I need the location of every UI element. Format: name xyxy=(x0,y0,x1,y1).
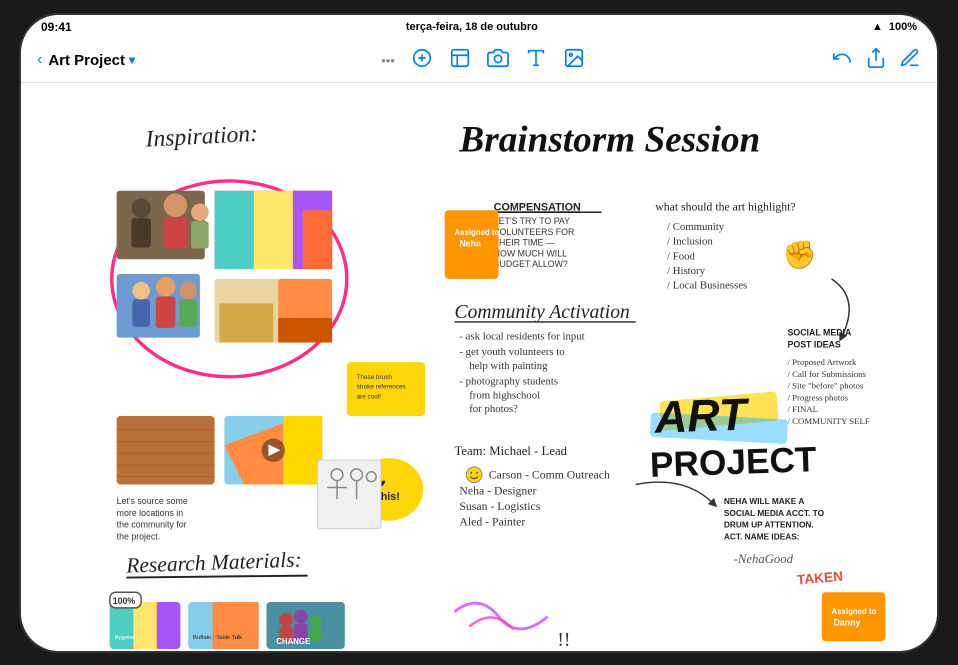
svg-text:VOLUNTEERS FOR: VOLUNTEERS FOR xyxy=(494,226,575,236)
svg-text:Research Materials:: Research Materials: xyxy=(125,547,302,577)
svg-text:POST IDEAS: POST IDEAS xyxy=(787,339,840,349)
svg-text:stroke references: stroke references xyxy=(357,383,406,390)
svg-text:- ask local residents for inpu: - ask local residents for input xyxy=(459,330,584,342)
canvas-svg: Inspiration: xyxy=(21,83,937,651)
svg-text:HOW MUCH WILL: HOW MUCH WILL xyxy=(494,248,567,258)
svg-text:the community for: the community for xyxy=(117,519,187,529)
svg-text:/ Community: / Community xyxy=(667,220,725,232)
svg-text:ART: ART xyxy=(653,388,751,442)
svg-text:100%: 100% xyxy=(113,595,136,605)
svg-text:!!: !! xyxy=(557,630,570,651)
svg-text:/ Call for Submissions: / Call for Submissions xyxy=(787,368,866,378)
svg-text:Susan - Logistics: Susan - Logistics xyxy=(459,499,540,512)
wifi-icon: ▲ xyxy=(872,21,883,33)
svg-text:PROJECT: PROJECT xyxy=(649,440,817,485)
svg-text:SOCIAL MEDIA: SOCIAL MEDIA xyxy=(787,327,852,337)
canvas[interactable]: Inspiration: xyxy=(21,83,937,651)
svg-text:TAKEN: TAKEN xyxy=(796,568,843,587)
svg-text:DRUM UP ATTENTION.: DRUM UP ATTENTION. xyxy=(724,519,814,529)
svg-text:Buffalo · Table Talk: Buffalo · Table Talk xyxy=(193,635,242,641)
svg-text:/ History: / History xyxy=(667,264,706,276)
svg-text:Let's source some: Let's source some xyxy=(117,496,188,506)
share-button[interactable] xyxy=(865,47,887,74)
status-bar: 09:41 terça-feira, 18 de outubro ▲ 100% xyxy=(21,15,937,39)
layout-tool[interactable] xyxy=(449,47,471,74)
svg-text:/ Food: / Food xyxy=(667,250,695,262)
svg-text:are cool!: are cool! xyxy=(357,393,382,400)
title-chevron-icon: ▾ xyxy=(129,53,135,67)
svg-text:✊: ✊ xyxy=(783,239,817,271)
media-tool[interactable] xyxy=(563,47,585,74)
svg-text:Team: Michael - Lead: Team: Michael - Lead xyxy=(455,444,568,458)
svg-text:- photography students: - photography students xyxy=(459,375,558,387)
status-indicators: ▲ 100% xyxy=(872,21,917,33)
svg-text:CHANGE: CHANGE xyxy=(276,637,310,646)
svg-text:for photos?: for photos? xyxy=(469,403,518,415)
svg-text:from highschool: from highschool xyxy=(469,389,540,401)
svg-text:Community Activation: Community Activation xyxy=(455,302,630,323)
battery-icon: 100% xyxy=(889,21,917,33)
svg-text:help with painting: help with painting xyxy=(469,359,548,371)
text-tool[interactable] xyxy=(525,47,547,74)
status-date: terça-feira, 18 de outubro xyxy=(406,21,538,33)
svg-text:what should the art highlight?: what should the art highlight? xyxy=(655,200,795,213)
toolbar: ‹ Art Project ▾ ••• xyxy=(21,39,937,83)
svg-text:the project.: the project. xyxy=(117,531,161,541)
svg-text:Danny: Danny xyxy=(834,617,861,627)
svg-text:Brainstorm Session: Brainstorm Session xyxy=(458,119,760,160)
svg-text:- get youth volunteers to: - get youth volunteers to xyxy=(459,346,564,358)
svg-text:LET'S TRY TO PAY: LET'S TRY TO PAY xyxy=(494,216,570,226)
more-options-icon[interactable]: ••• xyxy=(381,53,395,68)
svg-text:Neha - Designer: Neha - Designer xyxy=(459,484,536,497)
svg-text:THEIR TIME —: THEIR TIME — xyxy=(494,237,555,247)
status-time: 09:41 xyxy=(41,20,72,34)
svg-text:Aled - Painter: Aled - Painter xyxy=(459,515,525,528)
svg-text:ACT. NAME IDEAS:: ACT. NAME IDEAS: xyxy=(724,531,800,541)
svg-text:/ Proposed Artwork: / Proposed Artwork xyxy=(787,357,857,367)
svg-text:Coming together for change: Coming together for change xyxy=(271,648,332,650)
svg-text:-NehaGood: -NehaGood xyxy=(734,551,794,565)
toolbar-left: ‹ Art Project ▾ xyxy=(37,51,135,69)
svg-text:These brush: These brush xyxy=(357,373,393,380)
device-frame: 09:41 terça-feira, 18 de outubro ▲ 100% … xyxy=(19,13,939,653)
svg-text:Assigned to: Assigned to xyxy=(832,606,877,615)
edit-button[interactable] xyxy=(899,47,921,74)
svg-text:/ COMMUNITY SELF: / COMMUNITY SELF xyxy=(787,415,869,425)
svg-text:/ FINAL: / FINAL xyxy=(787,404,818,414)
svg-text:Carson - Comm Outreach: Carson - Comm Outreach xyxy=(489,468,610,481)
svg-text:/ Local Businesses: / Local Businesses xyxy=(667,279,747,291)
svg-text:Assigned to: Assigned to xyxy=(455,227,500,236)
svg-text:Inspiration:: Inspiration: xyxy=(144,120,258,152)
screen: 09:41 terça-feira, 18 de outubro ▲ 100% … xyxy=(21,15,937,651)
svg-text:COMPENSATION: COMPENSATION xyxy=(494,201,581,213)
svg-text:/ Site "before" photos: / Site "before" photos xyxy=(787,380,863,390)
back-button[interactable]: ‹ xyxy=(37,51,42,69)
toolbar-right xyxy=(831,47,921,74)
svg-text:NEHA WILL MAKE A: NEHA WILL MAKE A xyxy=(724,496,805,506)
undo-button[interactable] xyxy=(831,47,853,74)
svg-text:SOCIAL MEDIA ACCT. TO: SOCIAL MEDIA ACCT. TO xyxy=(724,507,825,517)
svg-text:Bygone: Bygone xyxy=(115,635,135,641)
svg-text:more locations in: more locations in xyxy=(117,507,184,517)
annotation-tool[interactable] xyxy=(411,47,433,74)
toolbar-center: ••• xyxy=(381,47,585,74)
camera-tool[interactable] xyxy=(487,47,509,74)
document-title[interactable]: Art Project ▾ xyxy=(48,52,135,69)
svg-text:BUDGET ALLOW?: BUDGET ALLOW? xyxy=(494,259,568,269)
svg-text:/ Progress photos: / Progress photos xyxy=(787,392,848,402)
svg-text:Neha: Neha xyxy=(459,238,481,248)
svg-text:/ Inclusion: / Inclusion xyxy=(667,235,713,247)
